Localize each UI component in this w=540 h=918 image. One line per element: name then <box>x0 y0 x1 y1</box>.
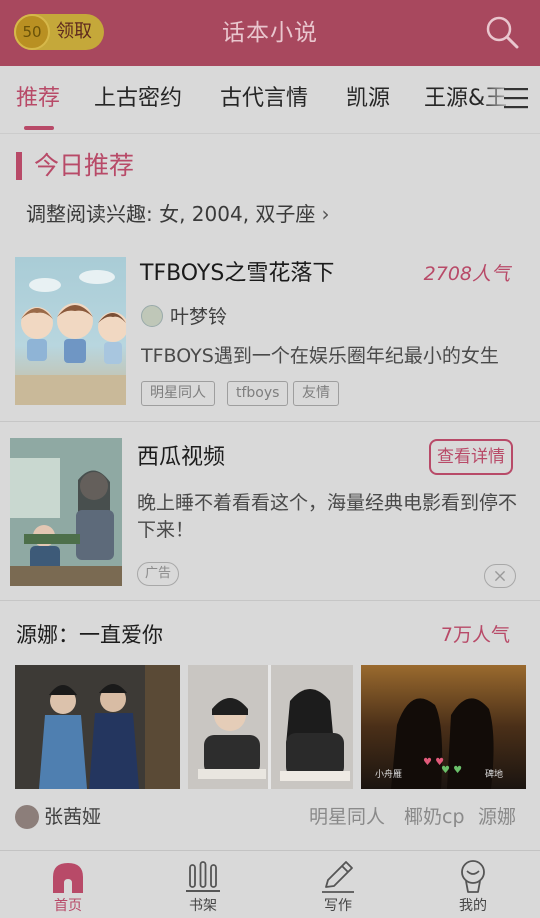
section-title: 今日推荐 <box>34 151 135 180</box>
app-title: 话本小说 <box>222 20 318 46</box>
book-title: TFBOYS之雪花落下 <box>140 261 335 286</box>
nav-bookshelf-label: 书架 <box>189 898 217 914</box>
collection-title: 源娜：一直爱你 <box>16 623 163 647</box>
profile-icon <box>461 860 485 893</box>
chevron-right-icon: › <box>321 202 330 226</box>
book-tag[interactable]: 友情 <box>293 381 339 406</box>
interest-settings-link[interactable]: 调整阅读兴趣: 女, 2004, 双子座 › <box>26 198 329 230</box>
svg-text:♥ ♥: ♥ ♥ <box>441 765 462 776</box>
divider <box>0 600 540 601</box>
book-tag[interactable]: tfboys <box>227 381 289 406</box>
book-popularity: 2708人气 <box>423 263 510 285</box>
close-ad-icon[interactable] <box>484 564 516 588</box>
collection-photo: ♥ ♥ ♥ ♥ 小舟雁 碑地 <box>361 665 526 789</box>
book-tag[interactable]: 明星同人 <box>141 381 215 406</box>
book-cover-image <box>15 257 126 405</box>
bookshelf-icon <box>186 861 220 892</box>
nav-profile-label: 我的 <box>459 898 487 914</box>
interest-text: 调整阅读兴趣: 女, 2004, 双子座 <box>26 202 316 226</box>
author-avatar <box>141 305 163 327</box>
search-icon[interactable] <box>484 14 520 50</box>
collection-tag[interactable]: 源娜 <box>478 802 516 832</box>
photo-caption-right: 碑地 <box>485 768 503 780</box>
category-tabs: 推荐 上古密约 古代言情 凯源 王源&王 <box>0 66 540 134</box>
author-avatar <box>15 805 39 829</box>
collection-photo <box>188 665 353 789</box>
nav-profile[interactable]: 我的 <box>433 851 513 918</box>
nav-bookshelf[interactable]: 书架 <box>163 851 243 918</box>
collection-popularity: 7万人气 <box>440 624 510 646</box>
tab-kaiyuan[interactable]: 凯源 <box>346 66 390 132</box>
pen-icon <box>322 861 354 893</box>
ad-image <box>10 438 122 586</box>
nav-write-label: 写作 <box>324 898 352 914</box>
ad-title: 西瓜视频 <box>137 445 226 470</box>
tab-ancient-romance[interactable]: 古代言情 <box>220 66 308 132</box>
ad-badge: 广告 <box>137 562 179 586</box>
divider <box>0 421 540 422</box>
section-marker <box>16 152 22 180</box>
book-description: TFBOYS遇到一个在娱乐圈年纪最小的女生 <box>141 345 499 367</box>
ad-description: 晚上睡不着看看这个，海量经典电影看到停不下来！ <box>137 492 518 541</box>
active-tab-indicator <box>24 126 54 130</box>
nav-home-label: 首页 <box>54 898 82 914</box>
tab-ancient-contract[interactable]: 上古密约 <box>94 66 182 132</box>
collection-author: 张茜娅 <box>44 806 102 828</box>
nav-home[interactable]: 首页 <box>28 851 108 918</box>
view-details-button[interactable]: 查看详情 <box>429 439 513 475</box>
photo-caption-left: 小舟雁 <box>375 768 402 780</box>
author-name: 叶梦铃 <box>170 306 228 328</box>
collection-tag[interactable]: 明星同人 <box>309 802 385 832</box>
nav-write[interactable]: 写作 <box>298 851 378 918</box>
menu-icon[interactable] <box>504 87 528 109</box>
collection-photo <box>15 665 180 789</box>
tab-recommend[interactable]: 推荐 <box>16 66 60 132</box>
home-icon <box>53 863 83 893</box>
collection-tag[interactable]: 椰奶cp <box>404 802 465 832</box>
app-header: 50 领取 话本小说 <box>0 0 540 66</box>
bottom-navigation: 首页 书架 写作 我的 <box>0 850 540 918</box>
